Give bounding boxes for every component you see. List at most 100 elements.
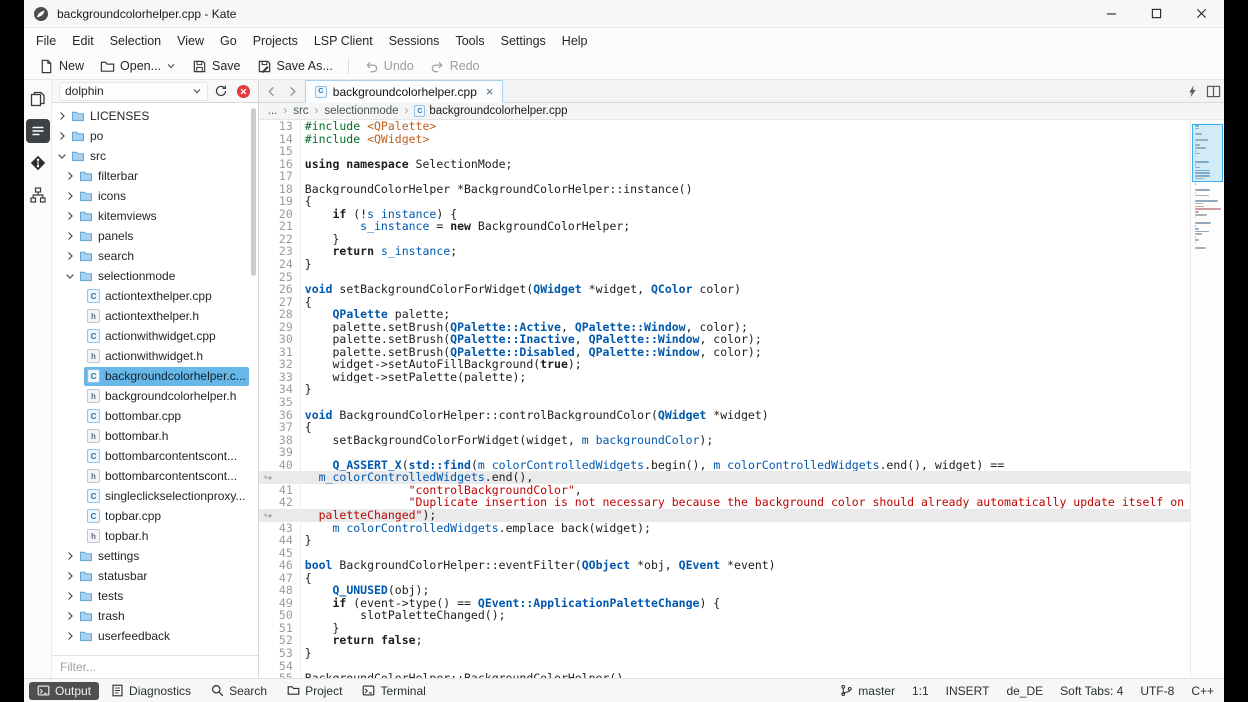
code-line[interactable]: 52 return false; — [259, 634, 1190, 647]
chevron-right-icon[interactable] — [64, 252, 76, 260]
code-line[interactable]: 38 setBackgroundColorForWidget(widget, m… — [259, 434, 1190, 447]
code-line[interactable]: ↪ paletteChanged"); — [258, 508, 1190, 522]
filter-input[interactable] — [52, 656, 258, 678]
menu-tools[interactable]: Tools — [447, 31, 492, 51]
menu-selection[interactable]: Selection — [102, 31, 169, 51]
code-line[interactable]: 40 Q_ASSERT_X(std::find(m_colorControlle… — [259, 459, 1190, 472]
code-line[interactable]: 15 — [259, 145, 1190, 158]
code-line[interactable]: 49 if (event->type() == QEvent::Applicat… — [259, 597, 1190, 610]
breadcrumb-item-backgroundcolorhelper-cpp[interactable]: Cbackgroundcolorhelper.cpp — [414, 105, 568, 117]
chevron-right-icon[interactable] — [64, 552, 76, 560]
chevron-right-icon[interactable] — [64, 632, 76, 640]
tree-item-userfeedback[interactable]: userfeedback — [52, 626, 258, 646]
tree-item-backgroundcolorhelper-h[interactable]: h backgroundcolorhelper.h — [52, 386, 258, 406]
minimap-viewport[interactable] — [1192, 124, 1223, 182]
code-line[interactable]: 33 widget->setPalette(palette); — [259, 371, 1190, 384]
chevron-right-icon[interactable] — [64, 612, 76, 620]
code-line[interactable]: 26 void setBackgroundColorForWidget(QWidg… — [259, 283, 1190, 296]
code-line[interactable]: 22 } — [259, 233, 1190, 246]
chevron-right-icon[interactable] — [64, 172, 76, 180]
tree-item-bottombar-cpp[interactable]: Cbottombar.cpp — [52, 406, 258, 426]
code-line[interactable]: 43 m_colorControlledWidgets.emplace_back… — [259, 521, 1190, 535]
tree-item-icons[interactable]: icons — [52, 186, 258, 206]
statusbar-utf-8[interactable]: UTF-8 — [1140, 684, 1174, 698]
chevron-down-icon[interactable] — [58, 150, 66, 162]
code-line[interactable]: 23 return s_instance; — [259, 245, 1190, 259]
menu-sessions[interactable]: Sessions — [381, 31, 448, 51]
code-line[interactable]: 27{ — [259, 296, 1190, 309]
tree-item-actionwithwidget-cpp[interactable]: Cactionwithwidget.cpp — [52, 326, 258, 346]
code-line[interactable]: 17 — [259, 170, 1190, 183]
code-line[interactable]: 39 — [259, 446, 1190, 459]
menu-file[interactable]: File — [28, 31, 64, 51]
statusbar-terminal-button[interactable]: Terminal — [354, 682, 433, 700]
code-line[interactable]: 46 bool BackgroundColorHelper::eventFilte… — [259, 559, 1190, 572]
menu-go[interactable]: Go — [212, 31, 245, 51]
tree-item-actionwithwidget-h[interactable]: h actionwithwidget.h — [52, 346, 258, 366]
history-back-button[interactable] — [261, 80, 282, 102]
reload-project-button[interactable] — [211, 81, 231, 101]
dock-documents-icon-button[interactable] — [26, 87, 50, 111]
code-line[interactable]: 54 — [259, 659, 1190, 673]
breadcrumb-item-selectionmode[interactable]: selectionmode — [324, 105, 398, 117]
code-line[interactable]: 55BackgroundColorHelper::BackgroundColor… — [259, 672, 1190, 678]
tree-item-bottombar-h[interactable]: h bottombar.h — [52, 426, 258, 446]
tree-item-src[interactable]: src — [52, 146, 258, 166]
menu-lsp-client[interactable]: LSP Client — [306, 31, 381, 51]
tree-item-selectionmode[interactable]: selectionmode — [52, 266, 258, 286]
statusbar-soft-tabs-4[interactable]: Soft Tabs: 4 — [1060, 684, 1123, 698]
code-line[interactable]: 18 BackgroundColorHelper *BackgroundColor… — [259, 183, 1190, 196]
menu-help[interactable]: Help — [554, 31, 596, 51]
chevron-right-icon[interactable] — [56, 132, 68, 140]
menu-settings[interactable]: Settings — [493, 31, 554, 51]
tree-item-singleclickselectionproxy[interactable]: Csingleclickselectionproxy... — [52, 486, 258, 506]
code-line[interactable]: 28 QPalette palette; — [259, 308, 1190, 321]
tree-item-statusbar[interactable]: statusbar — [52, 566, 258, 586]
tree-item-search[interactable]: search — [52, 246, 258, 266]
breadcrumb-item-[interactable]: ... — [268, 105, 278, 117]
close-project-button[interactable] — [234, 81, 254, 101]
statusbar-1-1[interactable]: 1:1 — [912, 684, 929, 698]
code-line[interactable]: 36 void BackgroundColorHelper::controlBac… — [259, 409, 1190, 422]
code-line[interactable]: 35 — [259, 396, 1190, 409]
code-line[interactable]: 32 widget->setAutoFillBackground(true); — [259, 358, 1190, 371]
chevron-right-icon[interactable] — [56, 112, 68, 120]
tree-item-tests[interactable]: tests — [52, 586, 258, 606]
code-line[interactable]: 41 "controlBackgroundColor", — [259, 484, 1190, 497]
new-button[interactable]: New — [32, 56, 91, 77]
tree-item-trash[interactable]: trash — [52, 606, 258, 626]
chevron-right-icon[interactable] — [64, 212, 76, 220]
chevron-down-icon[interactable] — [66, 270, 74, 282]
tree-item-bottombarcontentscont[interactable]: Cbottombarcontentscont... — [52, 446, 258, 466]
statusbar-diagnostics-button[interactable]: Diagnostics — [103, 682, 199, 700]
maximize-button[interactable] — [1134, 0, 1179, 27]
quick-open-button[interactable] — [1182, 80, 1203, 102]
split-view-button[interactable] — [1203, 80, 1224, 102]
code-line[interactable]: 30 palette.setBrush(QPalette::Inactive, … — [259, 333, 1190, 346]
close-button[interactable] — [1179, 0, 1224, 27]
code-line[interactable]: 14 #include <QWidget> — [259, 132, 1190, 146]
dock-project-tree-icon-button[interactable] — [25, 119, 50, 143]
statusbar-project-button[interactable]: Project — [279, 682, 350, 700]
undo-button[interactable]: Undo — [357, 56, 421, 77]
code-line[interactable]: 19{ — [259, 195, 1190, 208]
project-selector[interactable]: dolphin — [59, 81, 208, 101]
code-line[interactable]: 31 palette.setBrush(QPalette::Disabled, … — [259, 346, 1190, 359]
tree-scrollbar[interactable] — [250, 108, 256, 276]
code-line[interactable]: 24} — [259, 258, 1190, 271]
code-line[interactable]: 48 Q_UNUSED(obj); — [259, 584, 1190, 597]
tree-item-topbar-cpp[interactable]: Ctopbar.cpp — [52, 506, 258, 526]
chevron-right-icon[interactable] — [64, 232, 76, 240]
tab-close-icon[interactable]: × — [486, 84, 494, 99]
code-line[interactable]: 47{ — [259, 572, 1190, 585]
history-forward-button[interactable] — [282, 80, 303, 102]
statusbar-output-button[interactable]: Output — [29, 681, 100, 700]
code-line[interactable]: 51 } — [259, 622, 1190, 635]
code-line[interactable]: 37{ — [259, 421, 1190, 434]
tree-item-po[interactable]: po — [52, 126, 258, 146]
code-line[interactable]: 50 slotPaletteChanged(); — [259, 609, 1190, 622]
code-line[interactable]: 42 "Duplicate insertion is not necessary… — [259, 496, 1190, 509]
menu-projects[interactable]: Projects — [245, 31, 306, 51]
tree-item-kitemviews[interactable]: kitemviews — [52, 206, 258, 226]
code-line[interactable]: 45 — [259, 547, 1190, 560]
